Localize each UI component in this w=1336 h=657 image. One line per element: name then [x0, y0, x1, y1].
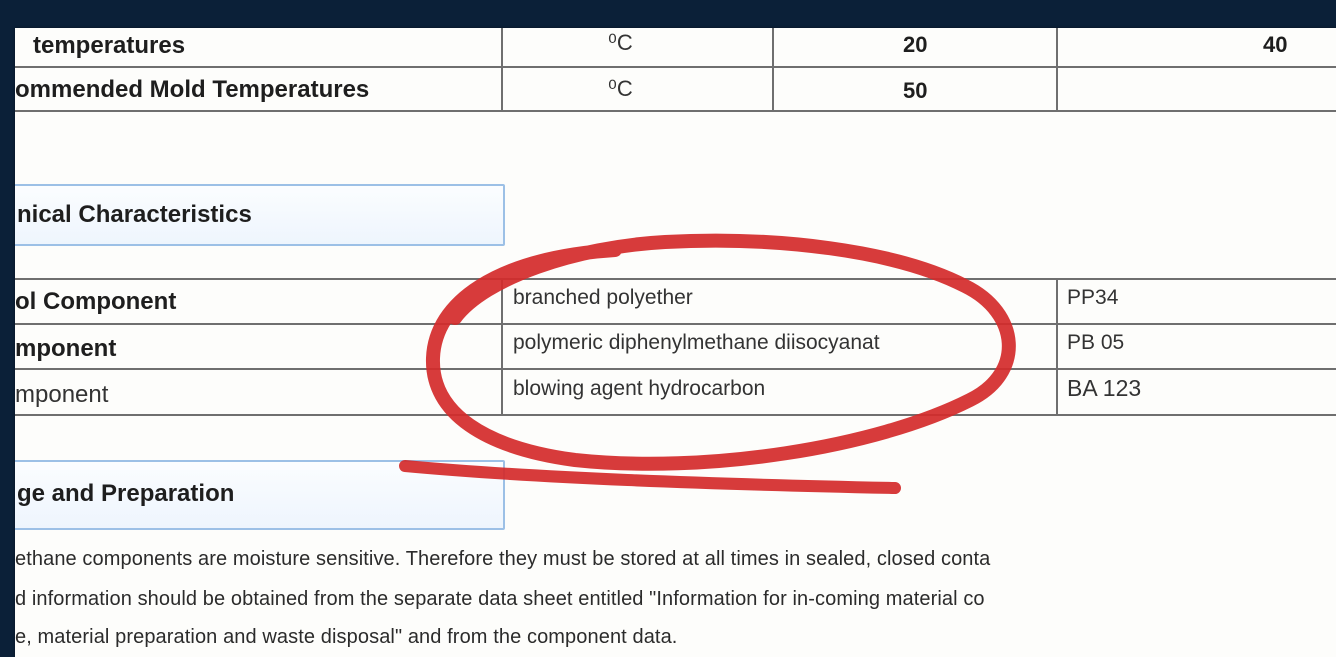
- red-circle-annotation: [399, 233, 1016, 494]
- annotation-stroke: [425, 233, 1016, 471]
- document-page: temperatures ⁰C 20 40 ommended Mold Temp…: [15, 28, 1336, 657]
